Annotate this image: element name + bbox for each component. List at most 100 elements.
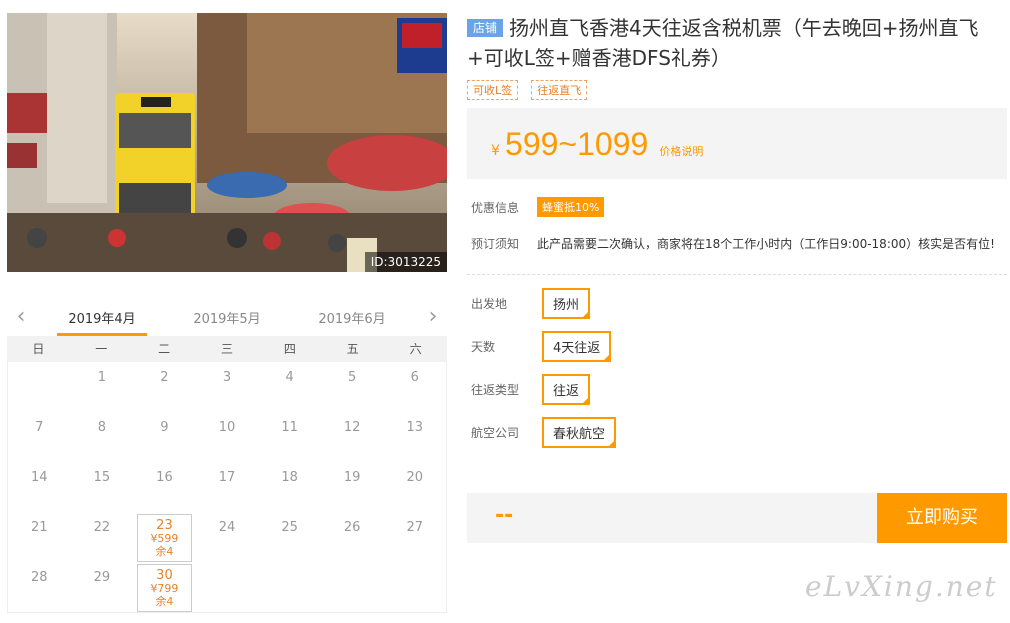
calendar-day: 8 — [71, 412, 134, 462]
calendar-empty-cell — [8, 362, 71, 412]
weekday-fri: 五 — [346, 342, 359, 356]
site-watermark: eLvXing.net — [805, 570, 998, 603]
chevron-right-icon[interactable]: › — [423, 304, 443, 329]
selected-price: -- — [495, 503, 514, 528]
day-number: 11 — [281, 420, 298, 435]
notice-row: 预订须知 此产品需要二次确认，商家将在18个工作小时内（工作日9:00-18:0… — [467, 235, 1007, 252]
option-row-days: 天数 4天往返 — [467, 331, 1007, 362]
calendar-day: 1 — [71, 362, 134, 412]
available-date-box[interactable]: 23 ¥599 余4 — [137, 514, 192, 562]
weekday-mon: 一 — [95, 342, 108, 356]
currency-symbol: ¥ — [491, 143, 500, 159]
option-row-airline: 航空公司 春秋航空 — [467, 417, 1007, 448]
day-number: 12 — [343, 420, 361, 435]
price-note-link[interactable]: 价格说明 — [659, 145, 703, 158]
day-number: 2 — [160, 370, 169, 385]
day-number: 25 — [281, 520, 298, 535]
calendar-day: 12 — [321, 412, 384, 462]
option-label: 天数 — [471, 340, 496, 354]
day-number: 22 — [93, 520, 111, 535]
calendar-day: 5 — [321, 362, 384, 412]
option-airline[interactable]: 春秋航空 — [542, 417, 617, 448]
day-number: 28 — [31, 570, 48, 585]
day-number: 23 — [156, 518, 173, 533]
tag-visa: 可收L签 — [467, 80, 519, 100]
day-price: ¥799 — [150, 582, 179, 595]
promo-row: 优惠信息 蜂蜜抵10% — [467, 197, 1007, 217]
buy-now-button[interactable]: 立即购买 — [877, 493, 1007, 543]
calendar-week-row: 21 22 23 ¥599 余4 24 25 26 27 — [8, 512, 446, 562]
buy-bar: -- 立即购买 — [467, 493, 1007, 543]
calendar-day: 6 — [383, 362, 446, 412]
day-number: 4 — [285, 370, 294, 385]
product-title-block: 店铺 扬州直飞香港4天往返含税机票（午去晚回+扬州直飞+可收L签+赠香港DFS礼券… — [467, 13, 1007, 73]
month-tab-jun[interactable]: 2019年6月 — [307, 308, 397, 327]
calendar-day: 22 — [71, 512, 134, 562]
product-tags: 可收L签 往返直飞 — [467, 79, 1007, 100]
product-page: ID:3013225 ‹ 2019年4月 2019年5月 2019年6月 › 日… — [0, 0, 1010, 623]
option-label: 航空公司 — [471, 426, 520, 440]
day-number: 21 — [31, 520, 48, 535]
calendar-month-nav: ‹ 2019年4月 2019年5月 2019年6月 › — [7, 298, 447, 336]
product-info: 店铺 扬州直飞香港4天往返含税机票（午去晚回+扬州直飞+可收L签+赠香港DFS礼券… — [467, 13, 1007, 543]
product-photo[interactable]: ID:3013225 — [7, 13, 447, 272]
shop-badge: 店铺 — [467, 19, 504, 37]
date-calendar: ‹ 2019年4月 2019年5月 2019年6月 › 日 一 二 三 四 五 … — [7, 298, 447, 613]
calendar-day: 13 — [383, 412, 446, 462]
option-days[interactable]: 4天往返 — [542, 331, 612, 362]
day-number: 14 — [31, 470, 48, 485]
calendar-day: 4 — [258, 362, 321, 412]
chevron-left-icon[interactable]: ‹ — [11, 304, 31, 329]
calendar-day: 14 — [8, 462, 71, 512]
active-month-indicator — [57, 333, 147, 336]
weekday-thu: 四 — [283, 342, 296, 356]
option-row-trip-type: 往返类型 往返 — [467, 374, 1007, 405]
calendar-day: 3 — [196, 362, 259, 412]
day-number: 19 — [343, 470, 361, 485]
calendar-day: 10 — [196, 412, 259, 462]
day-number: 16 — [156, 470, 173, 485]
calendar-day: 2 — [133, 362, 196, 412]
calendar-day: 20 — [383, 462, 446, 512]
month-tab-apr[interactable]: 2019年4月 — [57, 308, 147, 327]
day-number: 8 — [97, 420, 106, 435]
day-price: ¥599 — [150, 532, 179, 545]
product-title: 扬州直飞香港4天往返含税机票（午去晚回+扬州直飞+可收L签+赠香港DFS礼券） — [467, 16, 979, 70]
option-label: 往返类型 — [471, 383, 520, 397]
calendar-day: 15 — [71, 462, 134, 512]
calendar-day: 24 — [196, 512, 259, 562]
calendar-day: 7 — [8, 412, 71, 462]
calendar-day: 27 — [383, 512, 446, 562]
calendar-day[interactable]: 23 ¥599 余4 — [133, 512, 196, 562]
calendar-day: 11 — [258, 412, 321, 462]
weekday-wed: 三 — [221, 342, 234, 356]
calendar-week-row: 1 2 3 4 5 6 — [8, 362, 446, 412]
notice-label: 预订须知 — [471, 237, 520, 251]
day-number: 18 — [281, 470, 298, 485]
calendar-day: 17 — [196, 462, 259, 512]
available-date-box[interactable]: 30 ¥799 余4 — [137, 564, 192, 612]
hong-kong-street-image — [7, 13, 447, 272]
day-number: 10 — [218, 420, 236, 435]
calendar-day: 18 — [258, 462, 321, 512]
day-number: 1 — [97, 370, 106, 385]
calendar-day: 26 — [321, 512, 384, 562]
day-number: 24 — [218, 520, 236, 535]
month-tab-may[interactable]: 2019年5月 — [182, 308, 272, 327]
calendar-day: 21 — [8, 512, 71, 562]
photo-id-label: ID:3013225 — [364, 252, 447, 272]
weekday-tue: 二 — [158, 342, 171, 356]
calendar-empty-cell — [258, 562, 321, 612]
calendar-day[interactable]: 30 ¥799 余4 — [133, 562, 196, 612]
option-trip-type[interactable]: 往返 — [542, 374, 591, 405]
day-number: 30 — [156, 568, 173, 583]
calendar-day: 29 — [71, 562, 134, 612]
day-number: 13 — [406, 420, 424, 435]
calendar-day: 28 — [8, 562, 71, 612]
day-number: 3 — [222, 370, 232, 385]
option-departure[interactable]: 扬州 — [542, 288, 591, 319]
day-number: 26 — [343, 520, 361, 535]
calendar-empty-cell — [196, 562, 259, 612]
day-stock: 余4 — [155, 545, 174, 558]
calendar-week-row: 7 8 9 10 11 12 13 — [8, 412, 446, 462]
